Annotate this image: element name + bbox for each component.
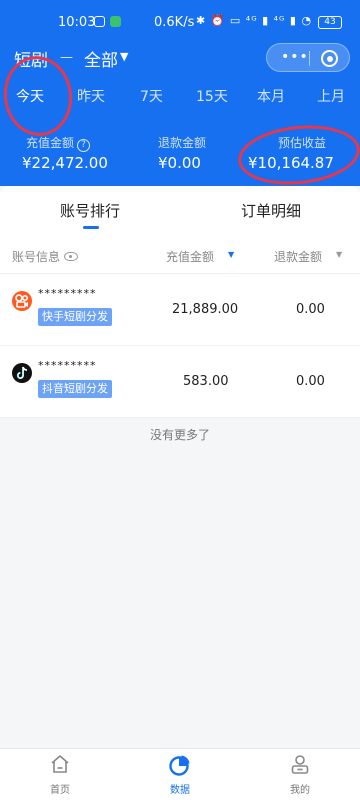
recharge-amount: 583.00: [183, 374, 229, 389]
nav-mine[interactable]: 我的: [270, 753, 330, 796]
more-menu-icon[interactable]: •••: [281, 50, 309, 64]
nav-home-label: 首页: [50, 785, 70, 796]
account-name: *********: [38, 287, 97, 300]
tab-account-ranking[interactable]: 账号排行: [60, 200, 120, 221]
status-time: 10:03: [58, 15, 96, 30]
recharge-header[interactable]: 充值金额: [166, 248, 214, 265]
nav-mine-label: 我的: [290, 785, 310, 796]
refund-value: ¥0.00: [158, 154, 201, 172]
header-background: 10:03 0.6K/s ✱ ⏰ ▭ ⁴ᴳ ▮ ⁴ᴳ ▮ ◔ 43 短剧 — 全…: [0, 0, 360, 190]
account-info-header[interactable]: 账号信息: [12, 248, 79, 265]
tab-this-month[interactable]: 本月: [257, 86, 285, 106]
platform-badge: 快手短剧分发: [38, 308, 112, 326]
network-speed: 0.6K/s: [154, 15, 195, 30]
capsule-divider: [309, 51, 310, 66]
table-header: 账号信息 充值金额 ▼ 退款金额 ▼: [0, 238, 360, 274]
table-row[interactable]: ********* 抖音短剧分发 583.00 0.00: [0, 346, 360, 418]
refund-amount: 0.00: [296, 374, 325, 389]
income-label: 预估收益: [278, 136, 327, 150]
miniprogram-capsule: •••: [266, 43, 350, 72]
status-bar: 10:03 0.6K/s ✱ ⏰ ▭ ⁴ᴳ ▮ ⁴ᴳ ▮ ◔ 43: [0, 0, 360, 40]
refund-amount: 0.00: [296, 302, 325, 317]
close-target-icon[interactable]: [321, 50, 338, 67]
status-icons: ✱ ⏰ ▭ ⁴ᴳ ▮ ⁴ᴳ ▮ ◔: [196, 14, 313, 27]
recharge-label: 充值金额?: [26, 134, 91, 152]
platform-badge: 抖音短剧分发: [38, 380, 112, 398]
tab-yesterday[interactable]: 昨天: [77, 86, 105, 106]
refund-header[interactable]: 退款金额: [274, 248, 322, 265]
income-value: ¥10,164.87: [248, 154, 334, 172]
chevron-down-icon[interactable]: ▼: [120, 50, 128, 63]
nav-home[interactable]: 首页: [30, 753, 90, 796]
tab-15-days[interactable]: 15天: [196, 86, 228, 106]
sort-down-icon[interactable]: ▼: [336, 250, 342, 259]
segment-bar: 账号排行 订单明细: [0, 186, 360, 238]
notification-icon: [94, 16, 105, 27]
active-tab-indicator: [83, 226, 99, 229]
help-icon[interactable]: ?: [77, 139, 91, 152]
nav-data[interactable]: 数据: [150, 753, 210, 796]
tab-7-days[interactable]: 7天: [140, 86, 163, 106]
pie-chart-icon: [168, 755, 192, 781]
kuaishou-logo-icon: [12, 291, 32, 311]
no-more-text: 没有更多了: [149, 428, 210, 442]
home-icon: [49, 755, 71, 779]
nav-data-label: 数据: [170, 785, 190, 796]
eye-icon[interactable]: [64, 252, 79, 261]
sort-down-icon[interactable]: ▼: [228, 250, 234, 259]
app-notification-icon: [110, 16, 121, 27]
table-row[interactable]: ********* 快手短剧分发 21,889.00 0.00: [0, 274, 360, 346]
date-tabs: 今天 昨天 7天 15天 本月 上月: [0, 86, 360, 112]
user-icon: [289, 755, 311, 779]
bottom-nav: 首页 数据 我的: [0, 748, 360, 800]
filter-dropdown[interactable]: 全部: [84, 46, 118, 71]
recharge-value: ¥22,472.00: [22, 154, 108, 172]
account-name: *********: [38, 359, 97, 372]
channel-selector[interactable]: 短剧: [14, 46, 48, 71]
refund-label: 退款金额: [158, 136, 207, 150]
tab-last-month[interactable]: 上月: [317, 86, 345, 106]
douyin-logo-icon: [12, 363, 32, 383]
battery-icon: 43: [318, 16, 342, 29]
header-separator: —: [60, 50, 73, 65]
content-card: 账号排行 订单明细 账号信息 充值金额 ▼ 退款金额 ▼ ********* 快…: [0, 186, 360, 786]
tab-order-details[interactable]: 订单明细: [241, 200, 301, 221]
recharge-amount: 21,889.00: [172, 302, 239, 317]
tab-today[interactable]: 今天: [16, 86, 44, 106]
